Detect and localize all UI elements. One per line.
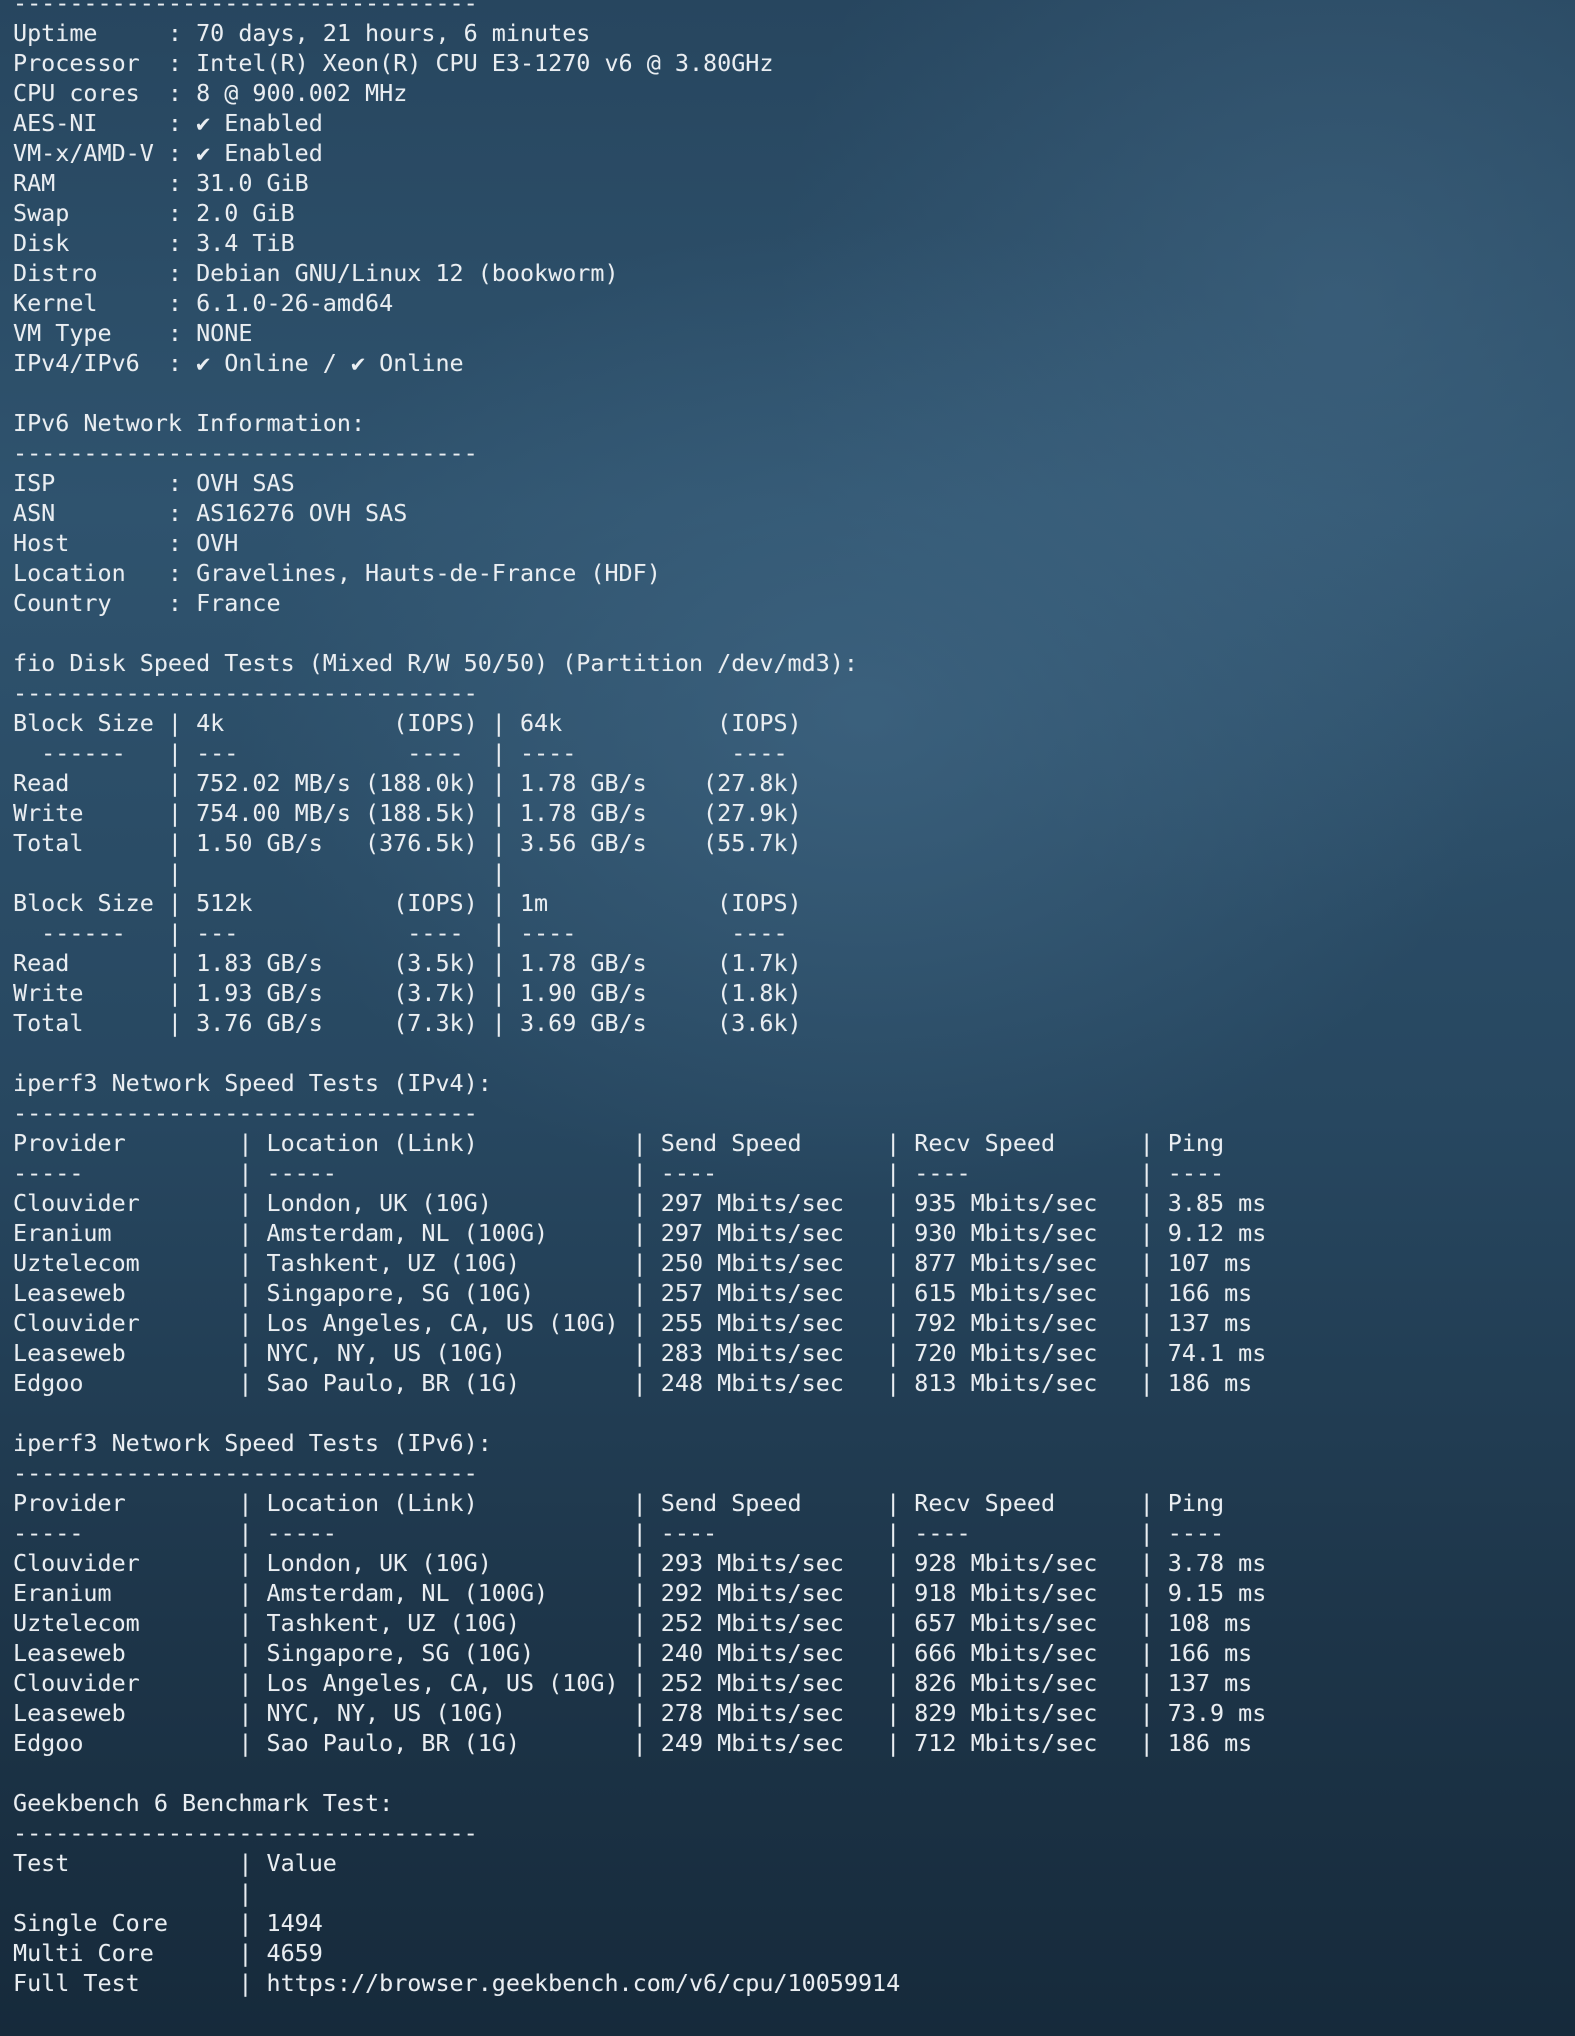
fio-table-row: Total | 1.50 GB/s (376.5k) | 3.56 GB/s (… xyxy=(13,829,802,857)
isp-line: ISP : OVH SAS xyxy=(13,469,295,497)
distro-line: Distro : Debian GNU/Linux 12 (bookworm) xyxy=(13,259,619,287)
iperf3-table-rule: ----- | ----- | ---- | ---- | ---- xyxy=(13,1519,1225,1547)
uptime-line: Uptime : 70 days, 21 hours, 6 minutes xyxy=(13,19,591,47)
kernel-line: Kernel : 6.1.0-26-amd64 xyxy=(13,289,394,317)
iperf3-table-row: Clouvider | Los Angeles, CA, US (10G) | … xyxy=(13,1309,1253,1337)
iperf3-table-row: Edgoo | Sao Paulo, BR (1G) | 248 Mbits/s… xyxy=(13,1369,1253,1397)
aes-ni-line: AES-NI : ✔ Enabled xyxy=(13,109,323,137)
geekbench-single-core-row: Single Core | 1494 xyxy=(13,1909,323,1937)
ip-status-line: IPv4/IPv6 : ✔ Online / ✔ Online xyxy=(13,349,464,377)
geekbench-multi-core-row: Multi Core | 4659 xyxy=(13,1939,323,1967)
fio-table-spacer: | | xyxy=(13,859,506,887)
iperf3-ipv4-heading: iperf3 Network Speed Tests (IPv4): xyxy=(13,1069,492,1097)
ram-line: RAM : 31.0 GiB xyxy=(13,169,309,197)
fio-table-header: Block Size | 4k (IOPS) | 64k (IOPS) xyxy=(13,709,802,737)
iperf3-table-row: Clouvider | London, UK (10G) | 293 Mbits… xyxy=(13,1549,1267,1577)
fio-table-row: Read | 752.02 MB/s (188.0k) | 1.78 GB/s … xyxy=(13,769,802,797)
separator-line: --------------------------------- xyxy=(13,1099,478,1127)
separator-line: --------------------------------- xyxy=(13,679,478,707)
fio-table-row: Write | 754.00 MB/s (188.5k) | 1.78 GB/s… xyxy=(13,799,802,827)
iperf3-table-header: Provider | Location (Link) | Send Speed … xyxy=(13,1129,1225,1157)
iperf3-table-rule: ----- | ----- | ---- | ---- | ---- xyxy=(13,1159,1225,1187)
iperf3-ipv6-heading: iperf3 Network Speed Tests (IPv6): xyxy=(13,1429,492,1457)
separator-line: --------------------------------- xyxy=(13,1459,478,1487)
iperf3-table-row: Clouvider | Los Angeles, CA, US (10G) | … xyxy=(13,1669,1253,1697)
fio-table-rule: ------ | --- ---- | ---- ---- xyxy=(13,739,788,767)
separator-line: --------------------------------- xyxy=(13,0,478,17)
geekbench-table-spacer: | xyxy=(13,1879,253,1907)
fio-table-rule: ------ | --- ---- | ---- ---- xyxy=(13,919,788,947)
vmx-line: VM-x/AMD-V : ✔ Enabled xyxy=(13,139,323,167)
fio-table-row: Write | 1.93 GB/s (3.7k) | 1.90 GB/s (1.… xyxy=(13,979,802,1007)
country-line: Country : France xyxy=(13,589,281,617)
geekbench-full-test-row[interactable]: Full Test | https://browser.geekbench.co… xyxy=(13,1968,1563,1998)
iperf3-table-row: Eranium | Amsterdam, NL (100G) | 292 Mbi… xyxy=(13,1579,1267,1607)
iperf3-table-row: Leaseweb | Singapore, SG (10G) | 257 Mbi… xyxy=(13,1279,1253,1307)
swap-line: Swap : 2.0 GiB xyxy=(13,199,295,227)
iperf3-table-row: Leaseweb | NYC, NY, US (10G) | 283 Mbits… xyxy=(13,1339,1267,1367)
iperf3-table-row: Uztelecom | Tashkent, UZ (10G) | 252 Mbi… xyxy=(13,1609,1253,1637)
iperf3-table-row: Uztelecom | Tashkent, UZ (10G) | 250 Mbi… xyxy=(13,1249,1253,1277)
iperf3-table-row: Eranium | Amsterdam, NL (100G) | 297 Mbi… xyxy=(13,1219,1267,1247)
iperf3-table-row: Leaseweb | Singapore, SG (10G) | 240 Mbi… xyxy=(13,1639,1253,1667)
cpu-cores-line: CPU cores : 8 @ 900.002 MHz xyxy=(13,79,408,107)
asn-line: ASN : AS16276 OVH SAS xyxy=(13,499,408,527)
location-line: Location : Gravelines, Hauts-de-France (… xyxy=(13,559,661,587)
terminal-output: --------------------------------- Uptime … xyxy=(13,0,1563,1998)
vm-type-line: VM Type : NONE xyxy=(13,319,253,347)
iperf3-table-header: Provider | Location (Link) | Send Speed … xyxy=(13,1489,1225,1517)
geekbench-table-header: Test | Value xyxy=(13,1849,337,1877)
processor-line: Processor : Intel(R) Xeon(R) CPU E3-1270… xyxy=(13,49,774,77)
fio-table-row: Read | 1.83 GB/s (3.5k) | 1.78 GB/s (1.7… xyxy=(13,949,802,977)
disk-line: Disk : 3.4 TiB xyxy=(13,229,295,257)
host-line: Host : OVH xyxy=(13,529,239,557)
ipv6-network-heading: IPv6 Network Information: xyxy=(13,409,366,437)
separator-line: --------------------------------- xyxy=(13,439,478,467)
geekbench-heading: Geekbench 6 Benchmark Test: xyxy=(13,1789,394,1817)
fio-table-row: Total | 3.76 GB/s (7.3k) | 3.69 GB/s (3.… xyxy=(13,1009,802,1037)
iperf3-table-row: Edgoo | Sao Paulo, BR (1G) | 249 Mbits/s… xyxy=(13,1729,1253,1757)
iperf3-table-row: Clouvider | London, UK (10G) | 297 Mbits… xyxy=(13,1189,1267,1217)
iperf3-table-row: Leaseweb | NYC, NY, US (10G) | 278 Mbits… xyxy=(13,1699,1267,1727)
fio-table-header: Block Size | 512k (IOPS) | 1m (IOPS) xyxy=(13,889,802,917)
fio-heading: fio Disk Speed Tests (Mixed R/W 50/50) (… xyxy=(13,649,858,677)
separator-line: --------------------------------- xyxy=(13,1819,478,1847)
